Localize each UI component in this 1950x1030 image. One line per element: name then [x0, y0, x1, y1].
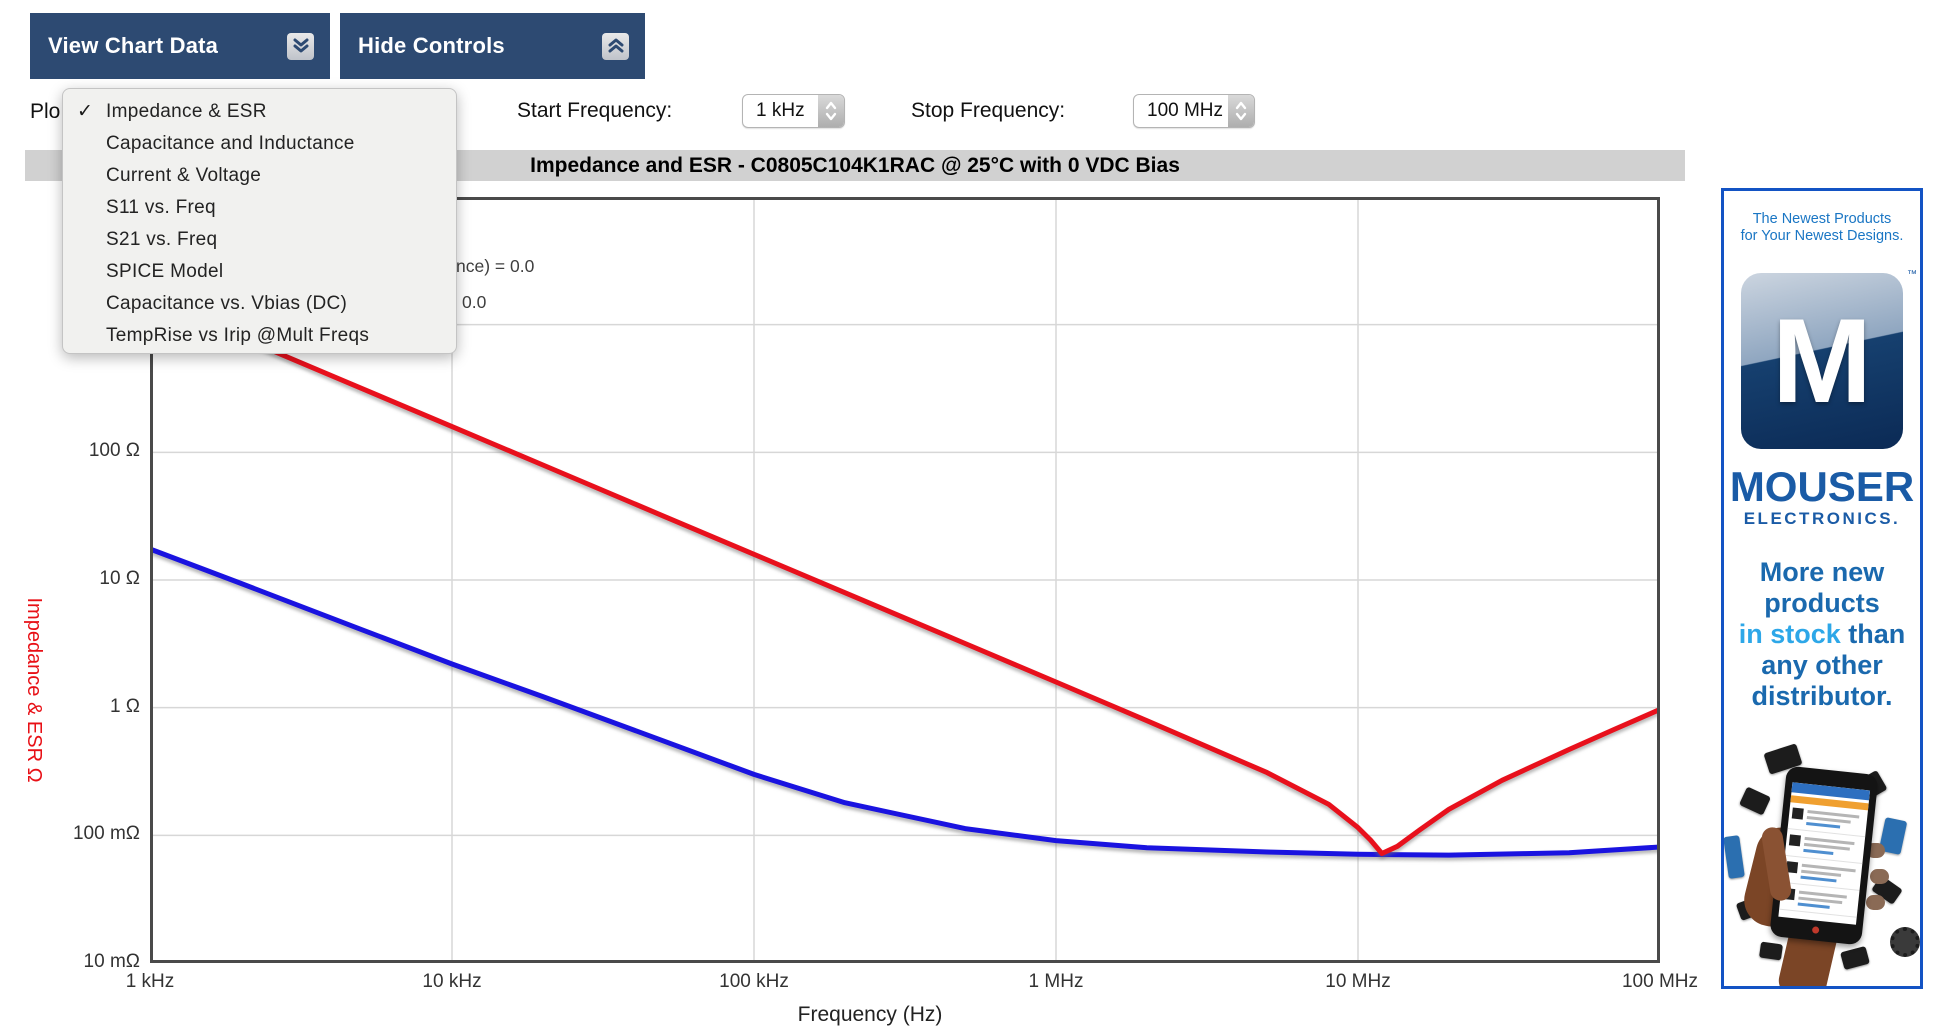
component-chip — [1759, 942, 1783, 961]
chevron-double-up-icon — [602, 33, 629, 60]
menu-item-current-voltage[interactable]: Current & Voltage — [63, 160, 456, 192]
y-axis-title: Impedance & ESR Ω — [22, 597, 45, 782]
menu-item-label: Impedance & ESR — [106, 96, 267, 128]
plot-type-menu: ✓Impedance & ESRCapacitance and Inductan… — [62, 88, 457, 354]
menu-item-capacitance-and-inductance[interactable]: Capacitance and Inductance — [63, 128, 456, 160]
esr-curve — [150, 549, 1660, 855]
component-pcb — [1723, 835, 1745, 879]
y-tick-label: 10 Ω — [28, 568, 140, 590]
hide-controls-button[interactable]: Hide Controls — [340, 13, 645, 79]
menu-item-s11-vs-freq[interactable]: S11 vs. Freq — [63, 192, 456, 224]
y-tick-label: 100 mΩ — [28, 823, 140, 845]
stepper-arrows-icon — [1228, 95, 1254, 127]
menu-item-label: Current & Voltage — [106, 160, 261, 192]
hand-finger — [1866, 895, 1885, 910]
view-chart-data-button[interactable]: View Chart Data — [30, 13, 330, 79]
component-chip — [1739, 786, 1771, 815]
menu-item-label: Capacitance vs. Vbias (DC) — [106, 288, 347, 320]
x-tick-label: 100 MHz — [1622, 971, 1698, 993]
menu-item-s21-vs-freq[interactable]: S21 vs. Freq — [63, 224, 456, 256]
menu-item-label: Capacitance and Inductance — [106, 128, 355, 160]
x-tick-label: 1 MHz — [1029, 971, 1084, 993]
x-axis-title: Frequency (Hz) — [798, 1003, 943, 1027]
chart-title: Impedance and ESR - C0805C104K1RAC @ 25°… — [530, 154, 1180, 178]
trademark-symbol: ™ — [1907, 269, 1917, 280]
x-tick-label: 100 kHz — [719, 971, 789, 993]
impedance-curve — [150, 299, 1660, 854]
component-chip — [1840, 946, 1870, 970]
stop-frequency-select[interactable]: 100 MHz — [1133, 94, 1255, 128]
plot-type-label: Plo — [30, 100, 60, 124]
hand-finger — [1870, 869, 1889, 884]
checkmark-icon: ✓ — [77, 96, 103, 128]
start-frequency-select[interactable]: 1 kHz — [742, 94, 845, 128]
menu-item-label: TempRise vs Irip @Mult Freqs — [106, 320, 369, 352]
ad-tagline: The Newest Products for Your Newest Desi… — [1724, 211, 1920, 245]
start-frequency-value: 1 kHz — [743, 100, 818, 122]
x-tick-label: 10 MHz — [1325, 971, 1390, 993]
hide-controls-label: Hide Controls — [358, 33, 505, 59]
mouser-ad-banner[interactable]: The Newest Products for Your Newest Desi… — [1721, 188, 1923, 989]
component-gear — [1890, 927, 1920, 957]
cursor-readout-fragment-2: 0.0 — [462, 292, 486, 313]
x-tick-label: 1 kHz — [126, 971, 175, 993]
view-chart-data-label: View Chart Data — [48, 33, 218, 59]
ad-message: More new products in stock than any othe… — [1724, 557, 1920, 712]
start-frequency-label: Start Frequency: — [517, 99, 672, 123]
menu-item-spice-model[interactable]: SPICE Model — [63, 256, 456, 288]
phone-home-indicator — [1812, 926, 1820, 934]
y-tick-label: 100 Ω — [28, 440, 140, 462]
y-tick-label: 10 mΩ — [28, 951, 140, 973]
phone-screen — [1778, 782, 1870, 924]
cursor-readout-fragment-1: nce) = 0.0 — [456, 256, 534, 277]
menu-item-temprise-vs-irip-mult-freqs[interactable]: TempRise vs Irip @Mult Freqs — [63, 320, 456, 352]
stepper-arrows-icon — [818, 95, 844, 127]
menu-item-capacitance-vs-vbias-dc-[interactable]: Capacitance vs. Vbias (DC) — [63, 288, 456, 320]
menu-item-label: SPICE Model — [106, 256, 223, 288]
menu-item-impedance-esr[interactable]: ✓Impedance & ESR — [63, 96, 456, 128]
x-tick-label: 10 kHz — [422, 971, 481, 993]
electronics-wordmark: ELECTRONICS. — [1724, 509, 1920, 529]
chevron-double-down-icon — [287, 33, 314, 60]
menu-item-label: S11 vs. Freq — [106, 192, 216, 224]
mouser-wordmark: MOUSER — [1724, 463, 1920, 511]
stop-frequency-value: 100 MHz — [1134, 100, 1228, 122]
mouser-logo-icon: M — [1741, 273, 1903, 449]
stop-frequency-label: Stop Frequency: — [911, 99, 1065, 123]
menu-item-label: S21 vs. Freq — [106, 224, 217, 256]
